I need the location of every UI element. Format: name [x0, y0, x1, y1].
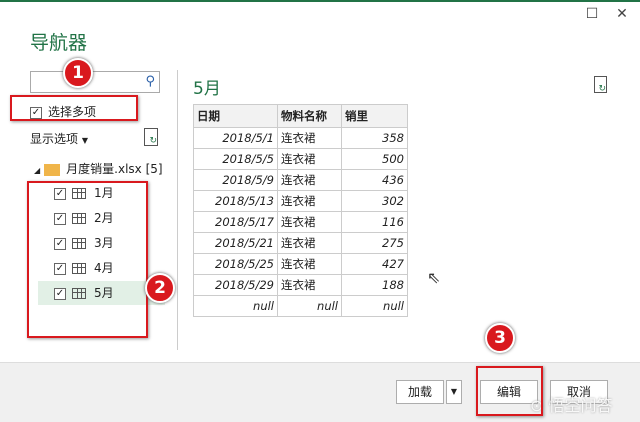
collapse-icon[interactable]: ◢	[34, 166, 40, 175]
preview-title: 5月	[193, 79, 221, 99]
maximize-button[interactable]: ☐	[582, 4, 602, 24]
chevron-down-icon: ▼	[81, 136, 88, 145]
table-row: 2018/5/13 连衣裙 302	[193, 190, 408, 212]
table-cell: 275	[341, 232, 408, 254]
table-cell: 2018/5/29	[193, 274, 278, 296]
table-cell: 连衣裙	[277, 274, 342, 296]
table-cell: 427	[341, 253, 408, 275]
column-header: 销里	[341, 104, 408, 128]
table-cell: 2018/5/9	[193, 169, 278, 191]
table-cell: 2018/5/21	[193, 232, 278, 254]
table-row: 2018/5/25 连衣裙 427	[193, 253, 408, 275]
table-cell: null	[193, 295, 278, 317]
annotation-box-3	[476, 366, 543, 416]
dialog-title: 导航器	[30, 32, 88, 54]
table-row: null null null	[193, 295, 408, 317]
table-row: 2018/5/5 连衣裙 500	[193, 148, 408, 170]
annotation-badge-1: 1	[63, 58, 93, 88]
table-cell: 2018/5/5	[193, 148, 278, 170]
mouse-cursor-icon: ⇖	[427, 268, 441, 287]
annotation-badge-2: 2	[145, 273, 175, 303]
table-cell: 连衣裙	[277, 211, 342, 233]
table-cell: 302	[341, 190, 408, 212]
table-cell: null	[341, 295, 408, 317]
table-cell: 2018/5/13	[193, 190, 278, 212]
table-cell: null	[277, 295, 342, 317]
table-cell: 连衣裙	[277, 169, 342, 191]
table-cell: 116	[341, 211, 408, 233]
table-cell: 188	[341, 274, 408, 296]
table-cell: 2018/5/17	[193, 211, 278, 233]
table-row: 2018/5/17 连衣裙 116	[193, 211, 408, 233]
load-dropdown-button[interactable]: ▼	[446, 380, 462, 404]
table-cell: 连衣裙	[277, 190, 342, 212]
table-row: 2018/5/9 连衣裙 436	[193, 169, 408, 191]
table-cell: 连衣裙	[277, 148, 342, 170]
annotation-box-2	[27, 181, 148, 338]
search-input[interactable]: ⚲	[30, 71, 160, 93]
column-header: 日期	[193, 104, 278, 128]
display-options-label: 显示选项	[30, 132, 79, 146]
preview-table: 日期 物料名称 销里 2018/5/1 连衣裙 358 2018/5/5 连衣裙 500 2…	[193, 104, 408, 317]
load-button[interactable]: 加载	[396, 380, 444, 404]
window-top-border	[0, 0, 640, 2]
file-label: 月度销量.xlsx [5]	[66, 162, 163, 176]
folder-icon	[44, 163, 61, 176]
table-row: 2018/5/21 连衣裙 275	[193, 232, 408, 254]
search-icon[interactable]: ⚲	[145, 74, 155, 89]
table-row: 2018/5/29 连衣裙 188	[193, 274, 408, 296]
refresh-icon[interactable]: ↻	[144, 128, 158, 146]
display-options-dropdown[interactable]: 显示选项 ▼	[30, 130, 88, 147]
table-cell: 连衣裙	[277, 232, 342, 254]
table-cell: 2018/5/1	[193, 127, 278, 149]
column-header: 物料名称	[277, 104, 342, 128]
table-cell: 连衣裙	[277, 127, 342, 149]
table-cell: 436	[341, 169, 408, 191]
divider	[177, 70, 178, 350]
table-cell: 500	[341, 148, 408, 170]
table-cell: 2018/5/25	[193, 253, 278, 275]
refresh-preview-icon[interactable]: ↻	[594, 76, 607, 94]
close-button[interactable]: ✕	[612, 4, 632, 24]
annotation-badge-3: 3	[485, 323, 515, 353]
annotation-box-1	[10, 95, 138, 121]
table-cell: 358	[341, 127, 408, 149]
tree-file-node[interactable]: ◢ 月度销量.xlsx [5]	[34, 160, 163, 177]
table-row: 2018/5/1 连衣裙 358	[193, 127, 408, 149]
table-cell: 连衣裙	[277, 253, 342, 275]
